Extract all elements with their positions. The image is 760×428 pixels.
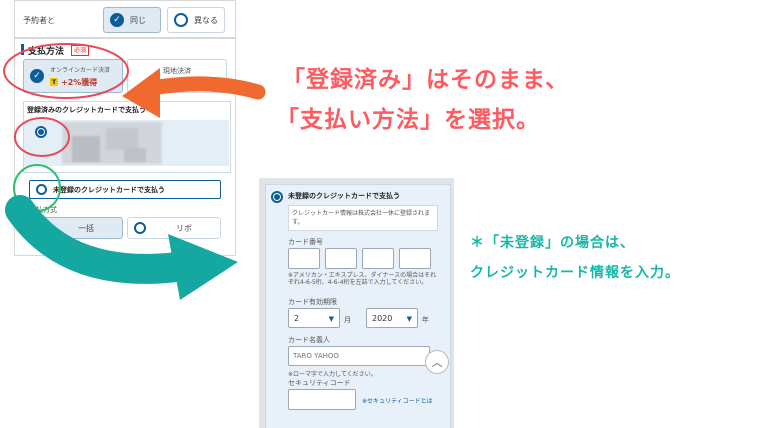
orange-arrow-shaft [144, 76, 266, 100]
highlight-circle-registered-card [14, 117, 70, 157]
teal-arrow-head [168, 234, 238, 300]
annotation-note-2: クレジットカード情報を入力。 [470, 265, 680, 281]
annotation-line-2: 「支払い方法」を選択。 [276, 107, 540, 133]
annotation-note-1: ＊「未登録」の場合は、 [470, 235, 635, 251]
annotation-line-1: 「登録済み」はそのまま、 [282, 67, 570, 93]
highlight-circle-online-card [3, 43, 129, 99]
teal-arrow-shaft [5, 195, 200, 284]
